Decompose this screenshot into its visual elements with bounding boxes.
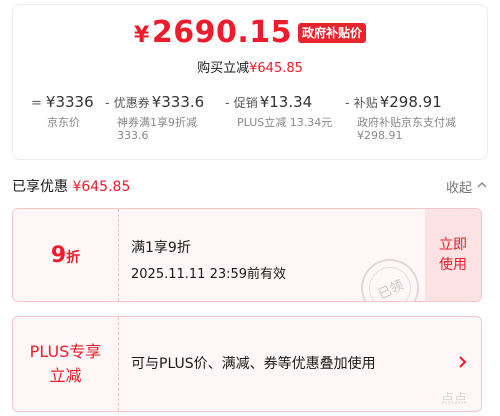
breakdown-sub: PLUS立减 13.34元 xyxy=(237,116,333,129)
price-card: ¥2690.15 政府补贴价 购买立减¥645.85 = ¥3336 京东价 -优… xyxy=(12,4,488,160)
operator: - xyxy=(345,96,350,111)
breakdown-item-jd-price: = ¥3336 京东价 xyxy=(31,93,111,129)
plus-title: PLUS专享 立减 xyxy=(13,317,119,411)
collapse-label: 收起 xyxy=(445,180,472,196)
purchase-discount: 购买立减¥645.85 xyxy=(13,57,487,76)
breakdown-sub: 神券满1享9折减333.6 xyxy=(117,116,197,142)
breakdown-item-subsidy: - 补贴 ¥298.91 政府补贴京东支付减¥298.91 xyxy=(345,93,485,142)
use-now-line1: 立即 xyxy=(439,237,467,253)
breakdown-item-coupon: - 优惠券 ¥333.6 神券满1享9折减333.6 xyxy=(105,93,225,142)
coupon-discount-value: 9折 xyxy=(51,243,80,268)
stamp-text: 已领 xyxy=(375,277,406,302)
coupon-card: 9折 满1享9折 2025.11.11 23:59前有效 已领 立即 使用 xyxy=(12,208,482,302)
use-now-line2: 使用 xyxy=(439,257,467,273)
breakdown-label: 促销 xyxy=(233,96,258,110)
breakdown-amount: ¥333.6 xyxy=(151,93,205,111)
final-price-value: 2690.15 xyxy=(151,15,292,50)
breakdown-sub: 京东价 xyxy=(47,116,80,129)
use-now-button[interactable]: 立即 使用 xyxy=(425,209,481,301)
discount-summary-label: 已享优惠 xyxy=(12,179,68,195)
coupon-info: 满1享9折 2025.11.11 23:59前有效 xyxy=(131,237,286,282)
breakdown-amount: ¥298.91 xyxy=(379,93,442,111)
operator: = xyxy=(31,96,42,111)
watermark: 点点 xyxy=(440,392,467,407)
breakdown-amount: ¥13.34 xyxy=(259,93,313,111)
purchase-discount-amount: ¥645.85 xyxy=(249,61,303,76)
discount-unit: 折 xyxy=(66,249,81,266)
discount-summary-row: 已享优惠 ¥645.85 收起 xyxy=(12,176,488,196)
coupon-validity: 2025.11.11 23:59前有效 xyxy=(131,267,287,282)
plus-title-line1: PLUS专享 xyxy=(29,342,102,361)
discount-summary: 已享优惠 ¥645.85 xyxy=(12,176,130,196)
coupon-title: 满1享9折 xyxy=(131,240,191,256)
operator: - xyxy=(225,96,230,111)
breakdown-amount: ¥3336 xyxy=(45,93,94,111)
currency-symbol: ¥ xyxy=(134,23,150,48)
discount-number: 9 xyxy=(50,242,67,268)
breakdown-item-promo: - 促销 ¥13.34 PLUS立减 13.34元 xyxy=(225,93,355,129)
discount-summary-amount: ¥645.85 xyxy=(72,179,131,195)
final-price: ¥2690.15 xyxy=(134,15,292,50)
price-breakdown: = ¥3336 京东价 - 优惠券 ¥333.6 神券满1享9折减333.6 - 促销 ¥… xyxy=(13,93,487,153)
breakdown-label: 补贴 xyxy=(353,96,378,110)
chevron-up-icon xyxy=(476,179,488,193)
claimed-stamp-icon: 已领 xyxy=(351,249,429,302)
coupon-discount: 9折 xyxy=(13,209,119,301)
final-price-row: ¥2690.15 政府补贴价 xyxy=(13,15,487,50)
chevron-right-icon[interactable] xyxy=(457,353,467,374)
plus-description: 可与PLUS价、满减、券等优惠叠加使用 xyxy=(131,356,376,372)
plus-title-line2: 立减 xyxy=(49,366,82,385)
operator: - xyxy=(105,96,110,111)
purchase-discount-label: 购买立减 xyxy=(197,61,250,76)
collapse-button[interactable]: 收起 xyxy=(446,177,488,196)
breakdown-label: 优惠券 xyxy=(113,96,150,110)
plus-discount-card[interactable]: PLUS专享 立减 可与PLUS价、满减、券等优惠叠加使用 点点 xyxy=(12,316,482,412)
gov-subsidy-badge: 政府补贴价 xyxy=(297,22,366,43)
breakdown-sub: 政府补贴京东支付减¥298.91 xyxy=(357,116,456,142)
